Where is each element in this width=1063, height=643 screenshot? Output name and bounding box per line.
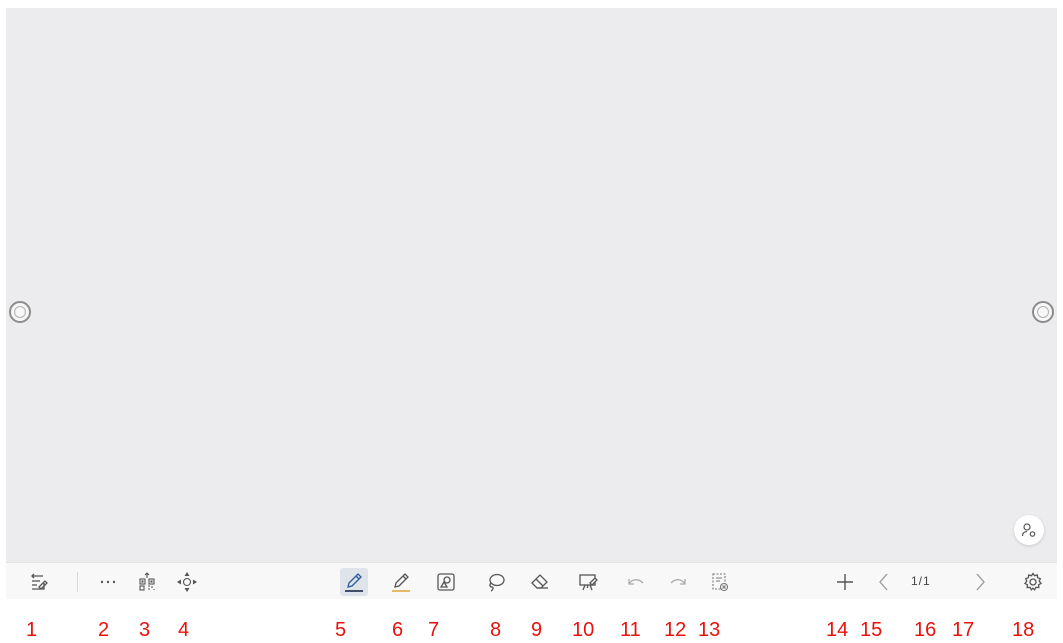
exit-whiteboard-button[interactable] bbox=[25, 568, 53, 596]
annotation-label: 3 bbox=[139, 619, 151, 641]
annotation-label: 4 bbox=[178, 619, 190, 641]
annotation-label: 5 bbox=[335, 619, 347, 641]
present-icon bbox=[579, 574, 598, 591]
redo-button[interactable] bbox=[664, 568, 692, 596]
bottom-toolbar: 1/1 bbox=[6, 562, 1057, 599]
move-toolbar-button[interactable] bbox=[173, 568, 201, 596]
annotation-label: 1 bbox=[26, 619, 38, 641]
annotation-labels: 1 2 3 4 5 6 7 8 9 10 11 12 13 14 15 16 1… bbox=[0, 618, 1063, 643]
qr-code-icon bbox=[139, 572, 155, 591]
add-page-icon bbox=[837, 574, 853, 590]
qr-code-button[interactable] bbox=[133, 568, 161, 596]
annotation-label: 7 bbox=[428, 619, 440, 641]
prev-page-button[interactable] bbox=[870, 568, 898, 596]
add-page-button[interactable] bbox=[831, 568, 859, 596]
redo-icon bbox=[670, 579, 686, 585]
eraser-tool-button[interactable] bbox=[526, 568, 554, 596]
annotation-label: 10 bbox=[572, 619, 595, 641]
clear-page-button[interactable] bbox=[706, 568, 734, 596]
image-shape-button[interactable] bbox=[432, 568, 460, 596]
prev-page-icon bbox=[879, 573, 888, 591]
next-page-icon bbox=[976, 573, 985, 591]
settings-button[interactable] bbox=[1019, 568, 1047, 596]
present-button[interactable] bbox=[574, 568, 602, 596]
lasso-tool-button[interactable] bbox=[482, 568, 510, 596]
annotation-label: 15 bbox=[860, 619, 883, 641]
undo-icon bbox=[628, 579, 644, 585]
annotation-label: 2 bbox=[98, 619, 110, 641]
right-edge-handle[interactable] bbox=[1032, 301, 1054, 323]
user-icon bbox=[1021, 523, 1036, 537]
left-edge-handle[interactable] bbox=[9, 301, 31, 323]
pen-icon bbox=[345, 573, 363, 592]
annotation-label: 8 bbox=[490, 619, 502, 641]
annotation-label: 17 bbox=[952, 619, 975, 641]
annotation-label: 13 bbox=[698, 619, 721, 641]
page-indicator: 1/1 bbox=[911, 574, 931, 588]
exit-whiteboard-icon bbox=[31, 573, 48, 590]
more-button[interactable] bbox=[94, 568, 122, 596]
highlighter-tool-button[interactable] bbox=[387, 568, 415, 596]
next-page-button[interactable] bbox=[966, 568, 994, 596]
undo-button[interactable] bbox=[622, 568, 650, 596]
pen-tool-button[interactable] bbox=[340, 568, 368, 596]
whiteboard-canvas[interactable] bbox=[6, 8, 1057, 562]
user-button[interactable] bbox=[1014, 515, 1044, 545]
image-shape-icon bbox=[437, 573, 455, 591]
annotation-label: 9 bbox=[531, 619, 543, 641]
annotation-label: 16 bbox=[914, 619, 937, 641]
annotation-label: 11 bbox=[620, 619, 641, 641]
settings-icon bbox=[1023, 572, 1043, 591]
clear-page-icon bbox=[712, 573, 729, 592]
annotation-label: 6 bbox=[392, 619, 404, 641]
annotation-label: 12 bbox=[664, 619, 687, 641]
annotation-label: 14 bbox=[826, 619, 849, 641]
more-icon bbox=[100, 580, 116, 584]
highlighter-icon bbox=[392, 573, 410, 592]
annotation-label: 18 bbox=[1012, 619, 1035, 641]
eraser-icon bbox=[531, 574, 548, 589]
toolbar-divider bbox=[77, 572, 78, 592]
lasso-icon bbox=[489, 573, 505, 592]
move-toolbar-icon bbox=[176, 571, 198, 593]
